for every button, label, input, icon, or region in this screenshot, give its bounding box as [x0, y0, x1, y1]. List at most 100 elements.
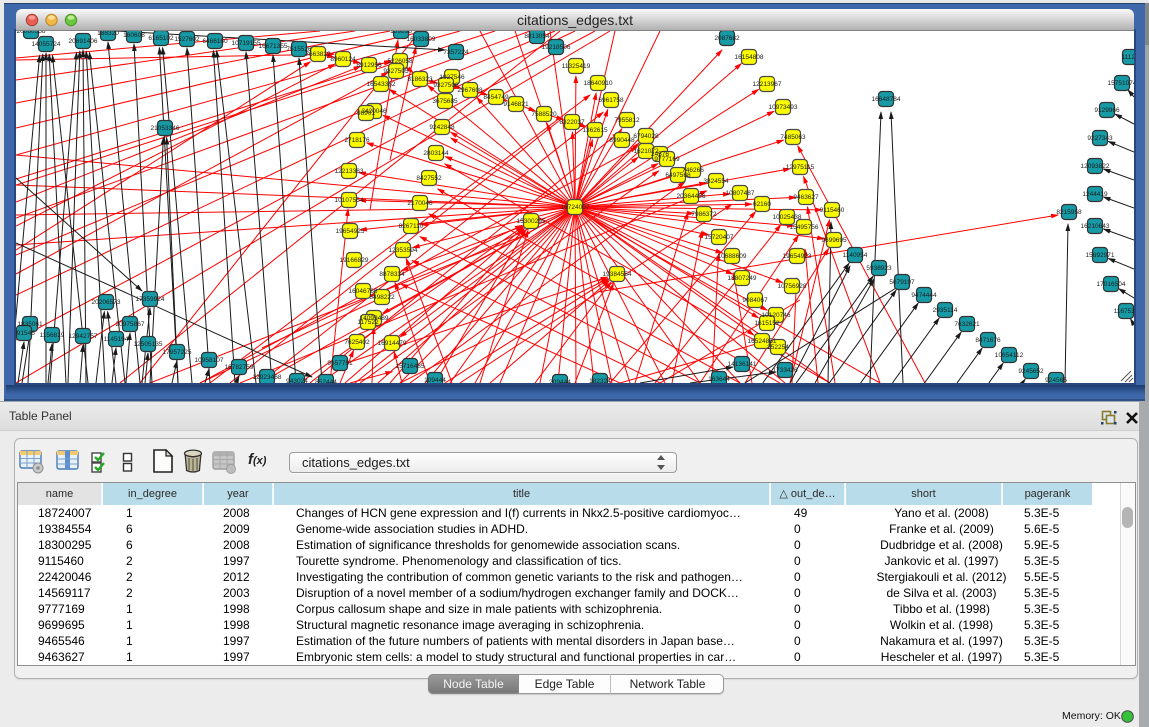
svg-text:98901: 98901 — [357, 110, 375, 117]
svg-text:12975115: 12975115 — [786, 164, 815, 171]
svg-text:9463627: 9463627 — [793, 194, 819, 201]
svg-text:7485063: 7485063 — [780, 134, 806, 141]
svg-text:182324: 182324 — [589, 378, 611, 383]
svg-text:7588520: 7588520 — [531, 111, 557, 118]
svg-text:9084067: 9084067 — [742, 297, 768, 304]
svg-text:12923468: 12923468 — [253, 374, 282, 381]
svg-text:6165102: 6165102 — [148, 35, 174, 42]
svg-text:1733426: 1733426 — [772, 367, 798, 374]
svg-text:9115460: 9115460 — [820, 207, 845, 214]
svg-text:14136141: 14136141 — [728, 361, 757, 368]
svg-text:8471676: 8471676 — [975, 337, 1001, 344]
svg-text:1835061: 1835061 — [17, 321, 43, 328]
svg-text:8912956: 8912956 — [356, 62, 382, 69]
svg-text:9699695: 9699695 — [821, 237, 847, 244]
svg-text:1927546: 1927546 — [439, 74, 465, 81]
svg-text:5498222: 5498222 — [369, 294, 395, 301]
svg-text:9227343: 9227343 — [1087, 135, 1113, 142]
svg-text:2718176: 2718176 — [344, 137, 370, 144]
svg-text:15751074: 15751074 — [1108, 80, 1134, 87]
svg-text:924565: 924565 — [1045, 377, 1067, 383]
svg-text:19218506: 19218506 — [542, 44, 571, 51]
svg-text:10973493: 10973493 — [769, 104, 798, 111]
svg-text:10654112: 10654112 — [995, 352, 1024, 359]
svg-text:109444: 109444 — [424, 377, 446, 383]
svg-text:7955812: 7955812 — [614, 117, 640, 124]
svg-text:10756928: 10756928 — [778, 283, 807, 290]
svg-text:17957225: 17957225 — [163, 349, 192, 356]
svg-text:2087682: 2087682 — [714, 35, 740, 42]
svg-text:12505135: 12505135 — [134, 341, 163, 348]
svg-text:8186323: 8186323 — [407, 76, 433, 83]
svg-text:20060558: 20060558 — [17, 31, 46, 35]
svg-text:10025438: 10025438 — [773, 214, 802, 221]
svg-text:16782759: 16782759 — [225, 364, 254, 371]
svg-text:16033809: 16033809 — [407, 36, 436, 43]
svg-text:18724007: 18724007 — [561, 204, 590, 211]
svg-text:8322037: 8322037 — [559, 119, 585, 126]
svg-text:1615152: 1615152 — [754, 320, 780, 327]
svg-text:17016504: 17016504 — [1097, 281, 1126, 288]
svg-text:15720407: 15720407 — [705, 234, 734, 241]
svg-text:391546: 391546 — [16, 330, 35, 337]
svg-text:117522: 117522 — [357, 319, 379, 326]
svg-text:1140954: 1140954 — [843, 252, 868, 259]
svg-text:1527602: 1527602 — [174, 36, 200, 43]
svg-text:16154808: 16154808 — [735, 54, 764, 61]
svg-text:19654923: 19654923 — [783, 253, 812, 260]
svg-text:7632621: 7632621 — [954, 321, 980, 328]
svg-text:252254: 252254 — [767, 344, 789, 351]
svg-text:10688609: 10688609 — [718, 253, 747, 260]
svg-text:15692971: 15692971 — [1086, 252, 1115, 259]
svg-text:2935114: 2935114 — [933, 307, 958, 314]
svg-text:16914479: 16914479 — [378, 340, 407, 347]
svg-text:10958107: 10958107 — [195, 357, 224, 364]
svg-text:14055724: 14055724 — [32, 41, 61, 48]
svg-text:1362615: 1362615 — [582, 127, 608, 134]
svg-text:8427552: 8427552 — [416, 175, 442, 182]
svg-text:6497568: 6497568 — [665, 172, 691, 179]
svg-text:2967608: 2967608 — [457, 87, 483, 94]
svg-text:19384554: 19384554 — [603, 271, 632, 278]
svg-text:16210643: 16210643 — [1081, 223, 1110, 230]
svg-text:19654925: 19654925 — [336, 228, 365, 235]
svg-text:1156819: 1156819 — [40, 332, 65, 339]
svg-text:5679197: 5679197 — [889, 279, 915, 286]
svg-text:163644: 163644 — [708, 376, 730, 383]
svg-text:7986372: 7986372 — [691, 211, 717, 218]
svg-text:12213967: 12213967 — [753, 81, 782, 88]
svg-text:10719155: 10719155 — [232, 40, 261, 47]
svg-text:16671355: 16671355 — [259, 43, 288, 50]
svg-text:189898: 189898 — [390, 31, 412, 35]
svg-text:9129966: 9129966 — [1094, 107, 1120, 114]
svg-text:15495756: 15495756 — [790, 224, 819, 231]
svg-text:17359924: 17359924 — [136, 296, 165, 303]
svg-text:1167533: 1167533 — [1114, 308, 1134, 315]
svg-text:20364456: 20364456 — [677, 193, 706, 200]
svg-text:2170046: 2170046 — [407, 200, 433, 207]
svg-text:9474444: 9474444 — [911, 292, 937, 299]
svg-text:18807249: 18807249 — [728, 275, 757, 282]
svg-text:12093822: 12093822 — [1081, 163, 1110, 170]
svg-text:8454749: 8454749 — [483, 94, 509, 101]
svg-text:6961758: 6961758 — [598, 97, 624, 104]
svg-text:18640910: 18640910 — [584, 80, 613, 87]
svg-text:1145194: 1145194 — [104, 336, 129, 343]
svg-text:6794028: 6794028 — [633, 133, 659, 140]
svg-text:9242848: 9242848 — [429, 124, 455, 131]
svg-text:12353594: 12353594 — [389, 247, 418, 254]
svg-text:852444: 852444 — [315, 379, 337, 383]
svg-text:10120746: 10120746 — [762, 312, 791, 319]
svg-text:3824554: 3824554 — [703, 178, 729, 185]
svg-text:12213383: 12213383 — [335, 168, 364, 175]
svg-text:8813054: 8813054 — [524, 33, 550, 40]
svg-text:7357224: 7357224 — [443, 49, 469, 56]
svg-text:11123: 11123 — [1121, 54, 1134, 61]
svg-text:7663822: 7663822 — [305, 51, 331, 58]
svg-text:20206573: 20206573 — [92, 299, 121, 306]
svg-text:12942757: 12942757 — [69, 333, 98, 340]
svg-text:9146821: 9146821 — [503, 101, 529, 108]
svg-text:11325419: 11325419 — [562, 63, 591, 70]
svg-text:19166829: 19166829 — [340, 257, 369, 264]
svg-text:943024: 943024 — [286, 378, 308, 383]
